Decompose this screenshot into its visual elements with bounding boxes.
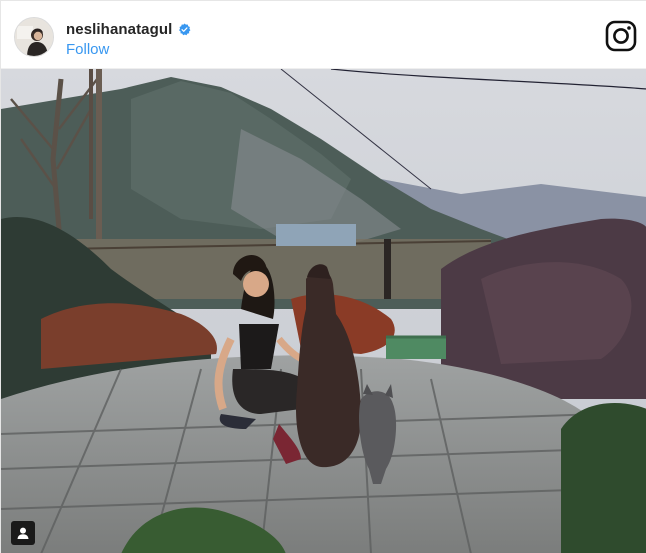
instagram-embed: neslihanatagul Follow — [0, 0, 646, 553]
verified-badge-icon — [178, 23, 191, 36]
follow-button[interactable]: Follow — [66, 41, 109, 58]
post-image — [1, 69, 646, 553]
user-block: neslihanatagul Follow — [66, 19, 191, 59]
avatar[interactable] — [14, 17, 54, 57]
tagged-user-icon[interactable] — [11, 521, 35, 545]
username-link[interactable]: neslihanatagul — [66, 21, 172, 38]
post-header: neslihanatagul Follow — [1, 1, 646, 69]
post-photo[interactable] — [1, 69, 646, 553]
username-row: neslihanatagul — [66, 19, 191, 39]
instagram-logo-icon[interactable] — [605, 20, 637, 52]
avatar-image — [15, 18, 53, 56]
